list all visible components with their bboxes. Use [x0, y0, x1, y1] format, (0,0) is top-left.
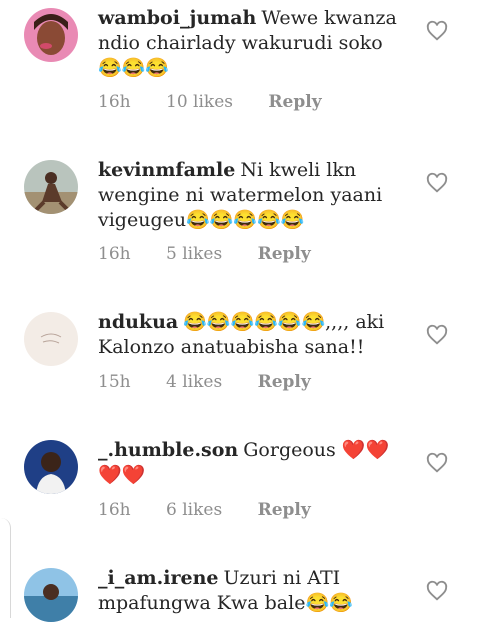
comment-time: 16h: [98, 500, 131, 520]
heart-outline-icon: [426, 452, 448, 473]
avatar[interactable]: [24, 312, 78, 366]
comment-body: ndukua 😂😂😂😂😂😂,,,, aki Kalonzo anatuabisha…: [98, 310, 410, 360]
reply-button[interactable]: Reply: [258, 500, 311, 520]
like-button[interactable]: [426, 172, 448, 194]
comment-body: wamboi_jumah Wewe kwanza ndio chairlady w…: [98, 6, 410, 81]
comment-username[interactable]: _.humble.son: [98, 439, 238, 461]
comment-meta: 16h 10 likes Reply: [98, 92, 352, 112]
comment-likes[interactable]: 6 likes: [166, 500, 222, 520]
heart-outline-icon: [426, 324, 448, 345]
comment-likes[interactable]: 4 likes: [166, 372, 222, 392]
panel-edge: [0, 518, 11, 618]
like-button[interactable]: [426, 580, 448, 602]
like-button[interactable]: [426, 452, 448, 474]
like-button[interactable]: [426, 20, 448, 42]
avatar[interactable]: [24, 440, 78, 494]
avatar[interactable]: [24, 160, 78, 214]
comment-time: 15h: [98, 372, 131, 392]
comment-likes[interactable]: 10 likes: [166, 92, 233, 112]
reply-button[interactable]: Reply: [258, 372, 311, 392]
comment-username[interactable]: ndukua: [98, 311, 178, 333]
comment-body: kevinmfamle Ni kweli lkn wengine ni water…: [98, 158, 410, 233]
comment-meta: 16h 5 likes Reply: [98, 244, 341, 264]
avatar[interactable]: [24, 568, 78, 622]
comment-meta: 16h 6 likes Reply: [98, 500, 341, 520]
comment-username[interactable]: _i_am.irene: [98, 567, 218, 589]
comment-time: 16h: [98, 244, 131, 264]
comment-body: _.humble.son Gorgeous ❤️❤️❤️❤️: [98, 438, 410, 488]
heart-outline-icon: [426, 580, 448, 601]
comment-likes[interactable]: 5 likes: [166, 244, 222, 264]
like-button[interactable]: [426, 324, 448, 346]
comment-body: _i_am.irene Uzuri ni ATI mpafungwa Kwa ba…: [98, 566, 410, 616]
comment-time: 16h: [98, 92, 131, 112]
heart-outline-icon: [426, 20, 448, 41]
comment-meta: 15h 4 likes Reply: [98, 372, 341, 392]
heart-outline-icon: [426, 172, 448, 193]
reply-button[interactable]: Reply: [258, 244, 311, 264]
comment-username[interactable]: kevinmfamle: [98, 159, 235, 181]
avatar[interactable]: [24, 8, 78, 62]
reply-button[interactable]: Reply: [268, 92, 321, 112]
comment-username[interactable]: wamboi_jumah: [98, 7, 256, 29]
